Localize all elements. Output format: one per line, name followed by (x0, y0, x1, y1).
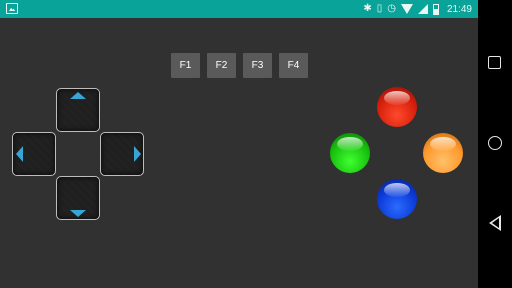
f1-button[interactable]: F1 (171, 53, 200, 78)
status-clock: 21:49 (446, 3, 472, 15)
f3-button[interactable]: F3 (243, 53, 272, 78)
arrow-left-icon (15, 146, 23, 162)
orange-action-button[interactable] (423, 133, 463, 173)
back-button[interactable] (489, 215, 501, 231)
battery-icon (432, 3, 439, 15)
arrow-down-icon (70, 209, 86, 217)
arrow-up-icon (70, 91, 86, 99)
dpad-left-button[interactable] (12, 132, 56, 176)
status-bar: ✱ ▯ ◷ 21:49 (0, 0, 478, 18)
image-notification-icon (6, 3, 18, 14)
arrow-right-icon (133, 146, 141, 162)
bluetooth-icon: ✱ (363, 3, 372, 14)
wifi-icon (400, 4, 413, 14)
dpad-down-button[interactable] (56, 176, 100, 220)
vibrate-icon: ▯ (376, 3, 383, 14)
gamepad-app: ✱ ▯ ◷ 21:49 F1 F2 F3 F4 (0, 0, 478, 288)
dpad-right-button[interactable] (100, 132, 144, 176)
green-action-button[interactable] (330, 133, 370, 173)
alarm-icon: ◷ (387, 3, 396, 14)
recents-button[interactable] (488, 56, 501, 69)
dpad-up-button[interactable] (56, 88, 100, 132)
status-icons: ✱ ▯ ◷ 21:49 (363, 0, 472, 18)
f4-button[interactable]: F4 (279, 53, 308, 78)
blue-action-button[interactable] (377, 179, 417, 219)
f2-button[interactable]: F2 (207, 53, 236, 78)
red-action-button[interactable] (377, 87, 417, 127)
home-button[interactable] (488, 136, 502, 150)
signal-icon (417, 4, 428, 14)
android-nav-bar (478, 0, 512, 288)
